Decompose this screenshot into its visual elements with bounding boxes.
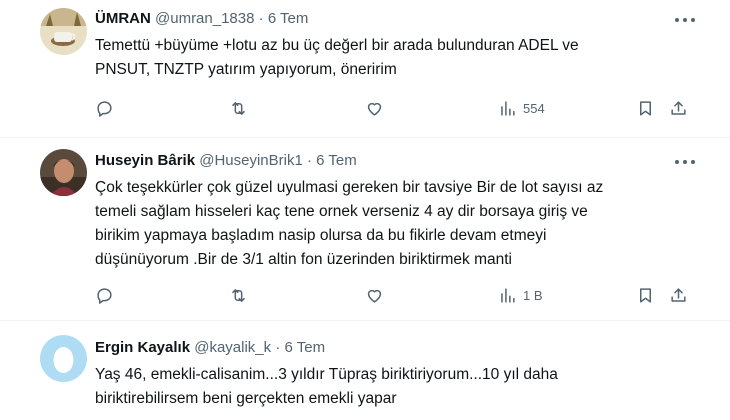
tweet-huseyin[interactable]: Huseyin Bârik @HuseyinBrik1 · 6 Tem Çok …: [0, 138, 730, 320]
share-button[interactable]: [669, 97, 688, 119]
separator-dot: ·: [258, 10, 264, 27]
tweet-text: Temettü +büyüme +lotu az bu üç değerl bi…: [95, 34, 685, 82]
author-handle[interactable]: @HuseyinBrik1: [199, 152, 303, 169]
tweet-text-line: Çok teşekkürler çok güzel uyulmasi gerek…: [95, 179, 604, 196]
more-options-icon[interactable]: [674, 158, 696, 166]
tweet-text-line: Temettü +büyüme +lotu az bu üç değerl bi…: [95, 37, 579, 54]
timestamp[interactable]: 6 Tem: [268, 10, 309, 27]
reply-icon: [97, 287, 112, 304]
retweet-button[interactable]: [229, 97, 248, 119]
bookmark-icon: [639, 287, 652, 303]
tweet-ergin[interactable]: Ergin Kayalık @kayalik_k · 6 Tem Yaş 46,…: [0, 321, 730, 420]
tweet-text: Çok teşekkürler çok güzel uyulmasi gerek…: [95, 176, 685, 272]
default-avatar-egg-icon: [40, 335, 87, 382]
like-button[interactable]: [365, 284, 384, 306]
analytics-icon: [501, 100, 515, 116]
avatar-image: [40, 8, 87, 55]
views-button[interactable]: 554: [498, 97, 545, 119]
tweet-actions: 1 B: [95, 284, 695, 306]
retweet-icon: [232, 288, 245, 302]
reply-button[interactable]: [95, 97, 114, 119]
share-button[interactable]: [669, 284, 688, 306]
views-count: 1 B: [523, 287, 543, 303]
views-button[interactable]: 1 B: [498, 284, 543, 306]
retweet-icon: [232, 101, 245, 115]
separator-dot: ·: [306, 152, 312, 169]
heart-icon: [367, 289, 382, 303]
share-icon: [671, 100, 686, 115]
bookmark-icon: [639, 100, 652, 116]
author-name[interactable]: Huseyin Bârik: [95, 152, 195, 169]
bookmark-button[interactable]: [636, 97, 655, 119]
author-handle[interactable]: @umran_1838: [155, 10, 254, 27]
avatar[interactable]: [40, 335, 87, 382]
more-options-icon[interactable]: [674, 16, 696, 24]
avatar[interactable]: [40, 8, 87, 55]
author-handle[interactable]: @kayalik_k: [194, 339, 271, 356]
tweet-umran[interactable]: ÜMRAN @umran_1838 · 6 Tem Temettü +büyüm…: [0, 0, 730, 135]
tweet-text: Yaş 46, emekli-calisanim...3 yıldır Tüpr…: [95, 363, 685, 411]
reply-button[interactable]: [95, 284, 114, 306]
tweet-text-line: Yaş 46, emekli-calisanim...3 yıldır Tüpr…: [95, 366, 558, 383]
separator-dot: ·: [275, 339, 281, 356]
bookmark-button[interactable]: [636, 284, 655, 306]
avatar-image: [40, 149, 87, 196]
author-name[interactable]: Ergin Kayalık: [95, 339, 190, 356]
heart-icon: [367, 102, 382, 116]
views-count: 554: [523, 100, 545, 116]
tweet-header: ÜMRAN @umran_1838 · 6 Tem: [95, 10, 308, 27]
like-button[interactable]: [365, 97, 384, 119]
tweet-header: Huseyin Bârik @HuseyinBrik1 · 6 Tem: [95, 152, 357, 169]
reply-icon: [97, 100, 112, 117]
tweet-header: Ergin Kayalık @kayalik_k · 6 Tem: [95, 339, 325, 356]
tweet-text-line: PNSUT, TNZTP yatırım yapıyorum, öneririm: [95, 61, 397, 78]
tweet-text-line: temeli sağlam hisseleri kaç tene ornek v…: [95, 203, 588, 220]
tweet-text-line: birikim yapmaya başladım nasip olursa da…: [95, 227, 547, 244]
timestamp[interactable]: 6 Tem: [284, 339, 325, 356]
analytics-icon: [501, 287, 515, 303]
author-name[interactable]: ÜMRAN: [95, 10, 151, 27]
tweet-text-line: düşünüyorum .Bir de 3/1 altin fon üzerin…: [95, 251, 512, 268]
tweet-actions: 554: [95, 97, 695, 119]
retweet-button[interactable]: [229, 284, 248, 306]
timestamp[interactable]: 6 Tem: [316, 152, 357, 169]
share-icon: [671, 287, 686, 302]
tweet-text-line: biriktirebilirsem beni gerçekten emekli …: [95, 390, 397, 407]
avatar[interactable]: [40, 149, 87, 196]
